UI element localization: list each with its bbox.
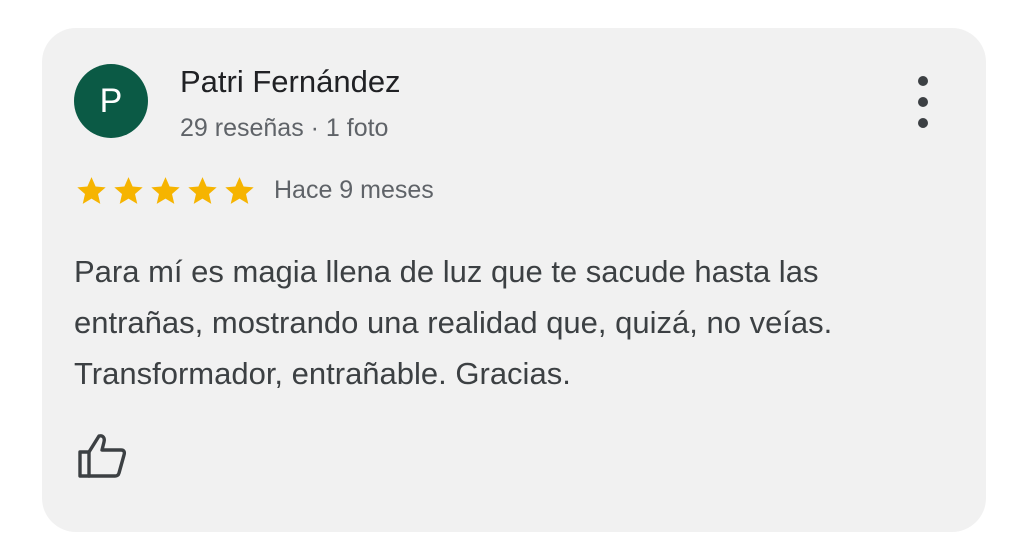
more-options-button[interactable] <box>908 76 938 128</box>
review-text: Para mí es magia llena de luz que te sac… <box>74 254 833 391</box>
like-button[interactable] <box>76 430 128 482</box>
star-icon <box>188 177 217 204</box>
star-icon <box>114 177 143 204</box>
star-icon <box>151 177 180 204</box>
more-vertical-icon-dot <box>918 97 928 107</box>
thumbs-up-icon <box>78 434 127 478</box>
star-icon <box>225 177 254 204</box>
more-vertical-icon-dot <box>918 76 928 86</box>
author-name[interactable]: Patri Fernández <box>180 64 401 100</box>
review-card: P Patri Fernández 29 reseñas · 1 foto Ha… <box>42 28 986 532</box>
more-vertical-icon-dot <box>918 118 928 128</box>
author-meta: 29 reseñas · 1 foto <box>180 114 389 142</box>
star-icon <box>77 177 106 204</box>
review-date: Hace 9 meses <box>274 176 434 204</box>
avatar-letter: P <box>99 81 123 120</box>
avatar[interactable]: P <box>74 64 148 138</box>
star-rating <box>74 174 257 210</box>
